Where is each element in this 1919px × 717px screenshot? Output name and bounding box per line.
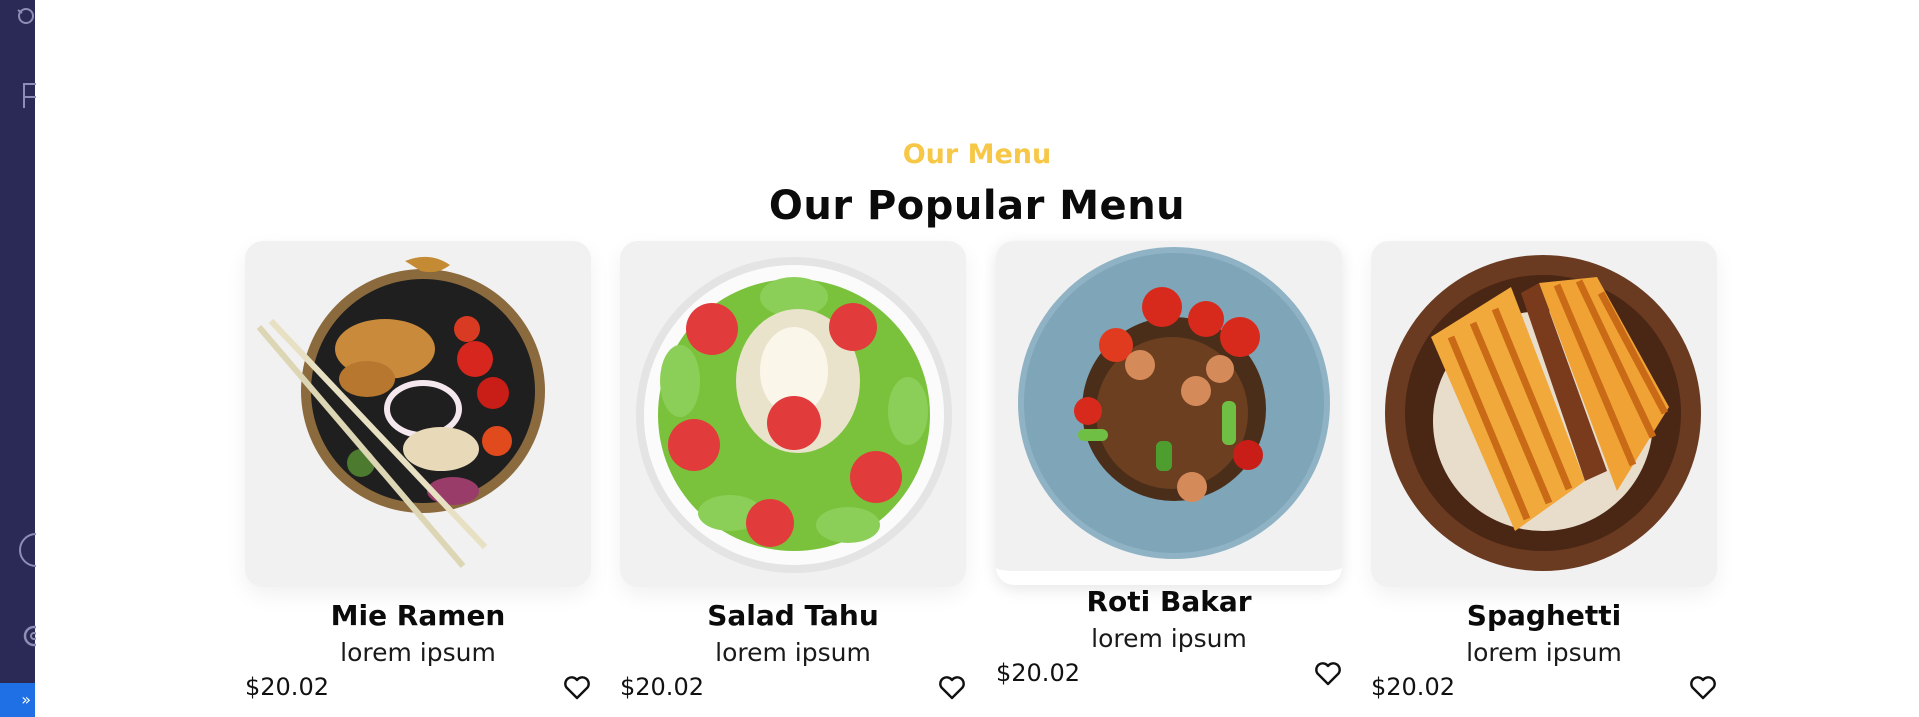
favorite-heart-icon[interactable] xyxy=(563,675,591,701)
menu-item-price: $20.02 xyxy=(1371,673,1455,701)
menu-card-spaghetti[interactable]: Spaghetti lorem ipsum $20.02 xyxy=(1371,241,1717,705)
remote-indicator-button[interactable]: » xyxy=(0,683,35,717)
section-subtitle: Our Menu xyxy=(902,139,1052,170)
section-title: Our Popular Menu xyxy=(768,183,1186,229)
activity-bar: » xyxy=(0,0,36,717)
extensions-icon[interactable] xyxy=(14,82,36,108)
menu-card-salad-tahu[interactable]: Salad Tahu lorem ipsum $20.02 xyxy=(620,241,966,705)
favorite-heart-icon[interactable] xyxy=(1314,661,1342,687)
menu-item-description: lorem ipsum xyxy=(1466,638,1622,667)
menu-item-description: lorem ipsum xyxy=(1091,624,1247,653)
menu-card-roti-bakar[interactable]: Roti Bakar lorem ipsum $20.02 xyxy=(996,241,1342,691)
menu-item-name: Mie Ramen xyxy=(330,599,506,632)
menu-item-price: $20.02 xyxy=(620,673,704,701)
settings-gear-icon[interactable] xyxy=(14,618,36,654)
card-footer: $20.02 xyxy=(620,671,966,705)
menu-item-name: Salad Tahu xyxy=(707,599,879,632)
ramen-bowl-image xyxy=(245,241,591,587)
menu-item-name: Spaghetti xyxy=(1466,599,1622,632)
card-footer: $20.02 xyxy=(245,671,591,705)
debug-icon[interactable] xyxy=(14,2,36,28)
salad-bowl-image xyxy=(620,241,966,587)
card-footer: $20.02 xyxy=(1371,671,1717,705)
toast-plate-image xyxy=(1371,241,1717,587)
menu-item-name: Roti Bakar xyxy=(1086,585,1252,618)
noodle-plate-image xyxy=(996,241,1342,585)
favorite-heart-icon[interactable] xyxy=(938,675,966,701)
menu-item-description: lorem ipsum xyxy=(715,638,871,667)
account-icon[interactable] xyxy=(14,531,36,569)
card-footer: $20.02 xyxy=(996,657,1342,691)
remote-indicator-glyph: » xyxy=(21,690,31,709)
favorite-heart-icon[interactable] xyxy=(1689,675,1717,701)
menu-item-description: lorem ipsum xyxy=(340,638,496,667)
menu-card-mie-ramen[interactable]: Mie Ramen lorem ipsum $20.02 xyxy=(245,241,591,705)
menu-item-price: $20.02 xyxy=(245,673,329,701)
menu-item-price: $20.02 xyxy=(996,659,1080,687)
